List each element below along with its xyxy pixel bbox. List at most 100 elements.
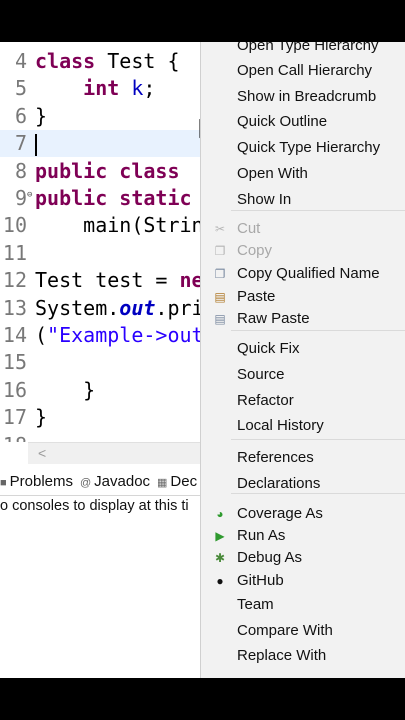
code-token: main(Strin: [35, 213, 200, 238]
copy-icon: ❐: [214, 244, 226, 258]
tab-javadoc[interactable]: @ Javadoc: [80, 473, 150, 490]
code-token: ;: [143, 76, 156, 101]
code-line[interactable]: 8 public class: [0, 158, 200, 185]
menu-item-paste[interactable]: Paste: [237, 288, 275, 306]
menu-item-open-type-hierarchy[interactable]: Open Type Hierarchy: [237, 42, 378, 55]
views-tab-bar: ■ Problems @ Javadoc ▦ Dec: [0, 470, 200, 496]
menu-item-raw-paste[interactable]: Raw Paste: [237, 310, 310, 328]
code-token: Test test =: [35, 268, 180, 293]
code-line[interactable]: 15: [0, 349, 200, 376]
line-number: 11: [2, 240, 27, 265]
code-editor[interactable]: 4 class Test {5 int k; 6} 7 8 public class 9⊖ p…: [0, 42, 200, 442]
line-number: 14: [2, 323, 27, 347]
code-token: }: [35, 405, 48, 430]
code-line[interactable]: 4 class Test {: [0, 48, 200, 75]
menu-item-refactor[interactable]: Refactor: [237, 392, 294, 410]
code-line[interactable]: 18: [0, 432, 200, 442]
menu-item-show-in[interactable]: Show In: [237, 191, 291, 209]
code-token: Test {: [95, 49, 180, 73]
code-line[interactable]: 13 System.out.pri: [0, 295, 200, 322]
code-line[interactable]: 10 main(Strin: [0, 212, 200, 239]
menu-item-team[interactable]: Team: [237, 596, 274, 614]
eclipse-window: 4 class Test {5 int k; 6} 7 8 public class 9⊖ p…: [0, 42, 405, 678]
menu-item-copy-qualified-name[interactable]: Copy Qualified Name: [237, 265, 380, 283]
code-token: ne: [179, 268, 201, 293]
code-line[interactable]: 5 int k;: [0, 75, 200, 102]
code-line[interactable]: 6}: [0, 103, 200, 130]
menu-item-source[interactable]: Source: [237, 366, 285, 384]
menu-item-quick-fix[interactable]: Quick Fix: [237, 340, 300, 358]
tab-declaration[interactable]: ▦ Dec: [157, 473, 197, 490]
menu-item-show-in-breadcrumb[interactable]: Show in Breadcrumb: [237, 88, 376, 106]
menu-item-cut: Cut: [237, 220, 261, 237]
menu-separator: [231, 330, 405, 331]
code-token: System.: [35, 295, 120, 320]
menu-item-run-as[interactable]: Run As: [237, 527, 285, 545]
menu-item-github[interactable]: GitHub: [237, 572, 284, 590]
code-line[interactable]: 12 Test test = ne: [0, 267, 200, 294]
menu-item-compare-with[interactable]: Compare With: [237, 622, 333, 640]
line-number: 8: [14, 158, 27, 183]
current-line[interactable]: 7: [0, 130, 200, 158]
code-line[interactable]: 11: [0, 240, 200, 267]
context-menu: Open Type Hierarchy Open Call Hierarchy Sh…: [200, 42, 405, 678]
menu-item-open-with[interactable]: Open With: [237, 165, 308, 183]
code-line[interactable]: 14 ("Example->out: [0, 322, 200, 349]
tab-javadoc-label: Javadoc: [94, 473, 151, 490]
menu-item-open-call-hierarchy[interactable]: Open Call Hierarchy: [237, 62, 372, 80]
line-number: 5: [14, 76, 27, 101]
line-number: 12: [2, 268, 27, 293]
cut-icon: ✂: [214, 222, 226, 236]
code-token: out: [119, 295, 156, 320]
code-token: "Example->out: [47, 323, 200, 347]
run-icon: ▶: [215, 529, 225, 543]
menu-item-references[interactable]: References: [237, 449, 314, 467]
line-number: 18: [0, 432, 27, 442]
tab-problems-label: Problems: [9, 473, 74, 490]
menu-item-copy: Copy: [237, 242, 273, 259]
code-token: public class: [35, 158, 180, 183]
menu-item-replace-with[interactable]: Replace With: [237, 647, 326, 665]
menu-separator: [231, 493, 405, 494]
code-line[interactable]: 17}: [0, 404, 200, 431]
fold-toggle-icon[interactable]: ⊖: [27, 185, 35, 205]
code-token: }: [35, 377, 96, 402]
coverage-icon: ◕: [216, 507, 224, 521]
code-token: class: [35, 49, 96, 73]
bottom-letterbox: [0, 678, 405, 720]
horizontal-scrollbar[interactable]: <: [28, 442, 200, 464]
debug-icon: ✱: [214, 551, 226, 565]
console-message: o consoles to display at this ti: [0, 498, 189, 514]
code-token: k: [131, 76, 144, 101]
scroll-left-icon[interactable]: <: [38, 445, 46, 461]
line-number: 13: [2, 295, 27, 320]
javadoc-icon: @: [80, 477, 92, 489]
code-line[interactable]: 9⊖ public static: [0, 185, 200, 212]
code-line[interactable]: 16 }: [0, 377, 200, 404]
text-caret: [35, 133, 37, 156]
menu-item-debug-as[interactable]: Debug As: [237, 549, 302, 567]
menu-separator: [231, 439, 405, 440]
code-token: int: [83, 76, 120, 101]
declaration-icon: ▦: [157, 477, 168, 489]
menu-item-local-history[interactable]: Local History: [237, 417, 324, 435]
code-token: .pri: [155, 295, 200, 320]
line-number: 10: [2, 213, 27, 238]
menu-item-coverage-as[interactable]: Coverage As: [237, 505, 323, 523]
line-number: 16: [2, 377, 27, 402]
paste-icon: ▤: [214, 290, 226, 304]
menu-item-quick-outline[interactable]: Quick Outline: [237, 113, 327, 131]
line-number: 4: [14, 49, 27, 73]
copy-qualified-icon: ❐: [214, 267, 226, 281]
line-number: 6: [14, 103, 27, 128]
line-number: 7: [14, 131, 27, 156]
code-token: public static: [35, 186, 192, 210]
raw-paste-icon: ▤: [214, 312, 226, 326]
tab-problems[interactable]: ■ Problems: [0, 473, 73, 490]
line-number: 9: [14, 186, 27, 210]
line-number: 15: [2, 350, 27, 375]
menu-item-quick-type-hierarchy[interactable]: Quick Type Hierarchy: [237, 139, 380, 157]
views-divider: [0, 495, 200, 496]
menu-item-declarations[interactable]: Declarations: [237, 475, 320, 493]
